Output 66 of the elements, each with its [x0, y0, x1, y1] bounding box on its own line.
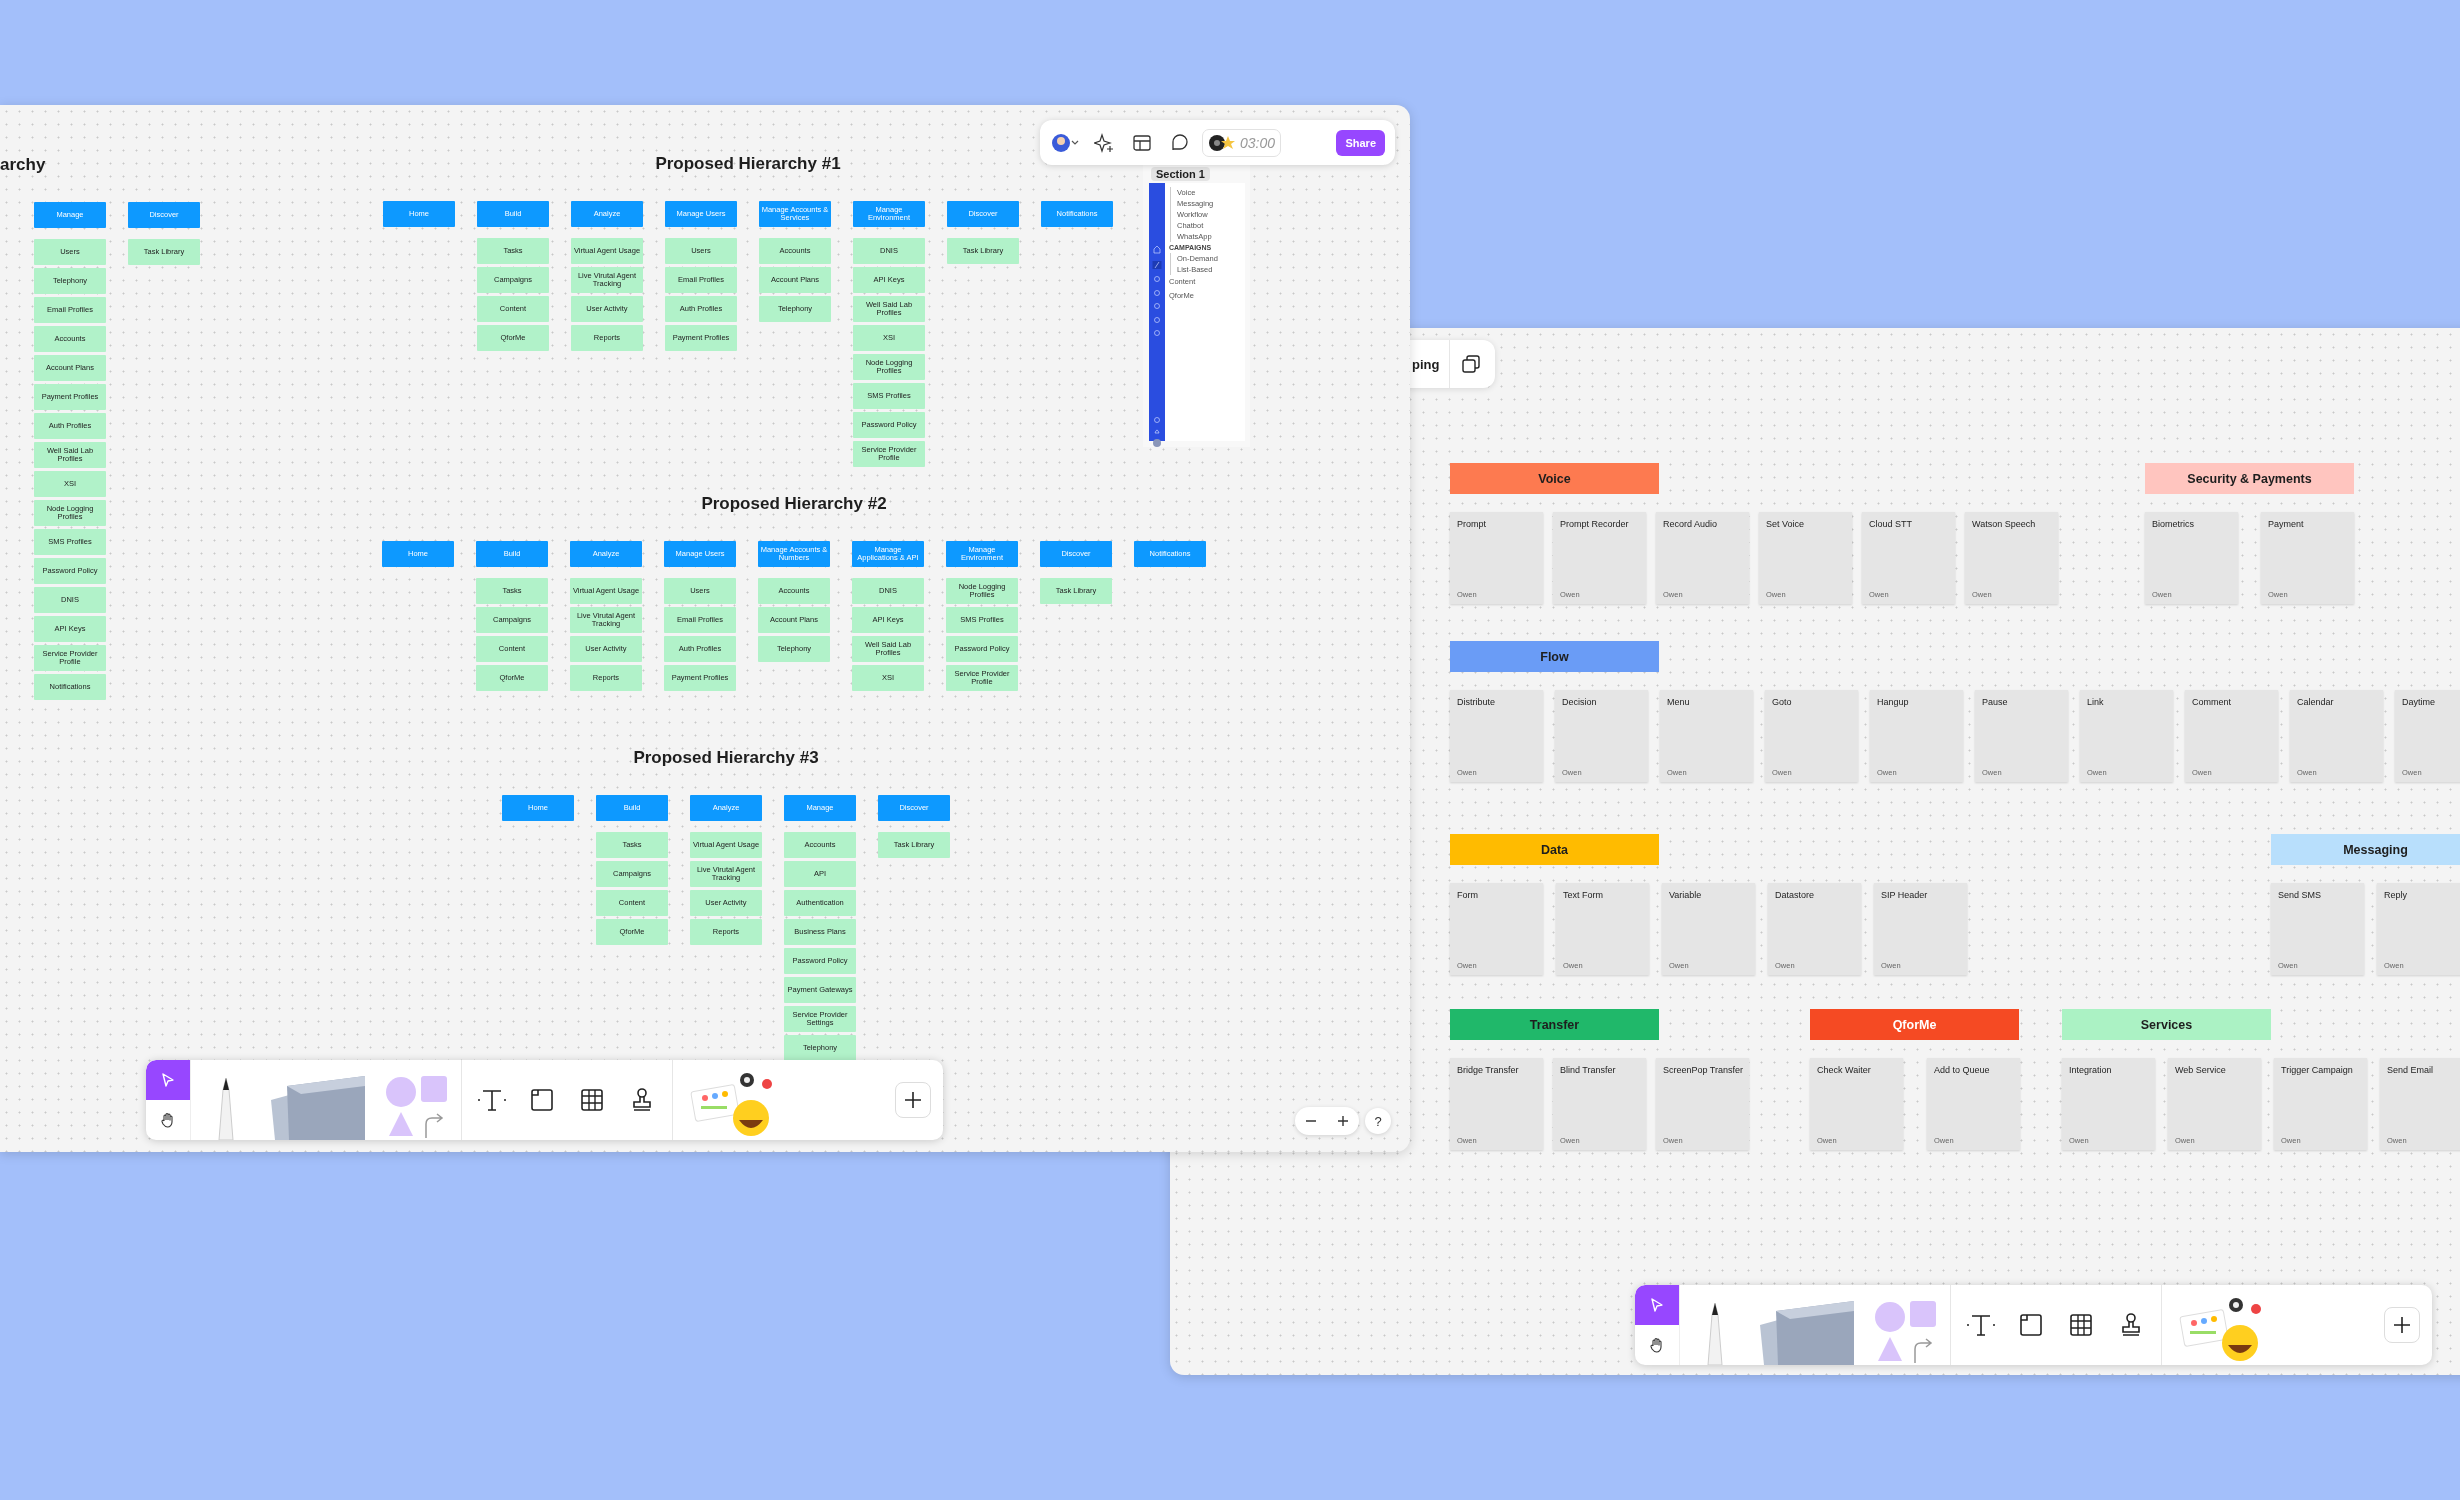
section-label[interactable]: Section 1 — [1151, 167, 1210, 181]
category-header: Flow — [1450, 641, 1659, 672]
note-title: Cloud STT — [1869, 519, 1913, 529]
music-star-icon — [1208, 132, 1236, 153]
board-name[interactable]: ping — [1412, 356, 1440, 372]
note-title: Blind Transfer — [1560, 1065, 1617, 1075]
note-title: Text Form — [1563, 890, 1604, 900]
note-title: Calendar — [2297, 697, 2335, 707]
hierarchy-title: archy — [0, 154, 46, 176]
note-title: Prompt Recorder — [1560, 519, 1630, 529]
note-title: Pause — [1982, 697, 2009, 707]
note-title: Set Voice — [1766, 519, 1806, 529]
hierarchy-title: Proposed Hierarchy #1 — [655, 153, 841, 175]
note-title: Biometrics — [2152, 519, 2195, 529]
layout-icon — [1132, 132, 1152, 153]
plus-icon — [1337, 1115, 1349, 1127]
note-title: Bridge Transfer — [1457, 1065, 1520, 1075]
note-title: Integration — [2069, 1065, 2113, 1075]
note-title: Comment — [2192, 697, 2232, 707]
note-title: Trigger Campaign — [2281, 1065, 2354, 1075]
category-header: Services — [2062, 1009, 2271, 1040]
note-title: Datastore — [1775, 890, 1816, 900]
category-header: Security & Payments — [2145, 463, 2354, 494]
note-title: Daytime — [2402, 697, 2436, 707]
plus-icon — [2392, 1315, 2412, 1335]
add-button[interactable] — [895, 1082, 931, 1118]
cursor-icon — [160, 1072, 176, 1088]
comment-icon — [1170, 132, 1190, 153]
note-title: ScreenPop Transfer — [1663, 1065, 1742, 1075]
help-button[interactable]: ? — [1365, 1108, 1391, 1134]
category-header: Voice — [1450, 463, 1659, 494]
avatar-icon — [1051, 132, 1081, 153]
note-title: Distribute — [1457, 697, 1496, 707]
note-title: Reply — [2384, 890, 2408, 900]
note-title: Send SMS — [2278, 890, 2323, 900]
note-title: Variable — [1669, 890, 1703, 900]
share-button[interactable]: Share — [1336, 129, 1385, 156]
note-title: Check Waiter — [1817, 1065, 1872, 1075]
note-title: Hangup — [1877, 697, 1910, 707]
note-title: Link — [2087, 697, 2105, 707]
note-title: Record Audio — [1663, 519, 1719, 529]
note-title: Send Email — [2387, 1065, 2435, 1075]
plus-icon — [903, 1090, 923, 1110]
copy-icon[interactable] — [1460, 353, 1483, 375]
category-header: Data — [1450, 834, 1659, 865]
note-title: SIP Header — [1881, 890, 1929, 900]
hierarchy-title: Proposed Hierarchy #3 — [633, 747, 819, 769]
note-title: Menu — [1667, 697, 1691, 707]
note-title: Add to Queue — [1934, 1065, 1991, 1075]
hierarchy-title: Proposed Hierarchy #2 — [701, 493, 887, 515]
note-title: Watson Speech — [1972, 519, 2037, 529]
select-button[interactable] — [146, 1060, 190, 1100]
note-title: Decision — [1562, 697, 1598, 707]
note-title: Goto — [1772, 697, 1793, 707]
select-button[interactable] — [1635, 1285, 1679, 1325]
category-header: QforMe — [1810, 1009, 2019, 1040]
category-header: Transfer — [1450, 1009, 1659, 1040]
category-header: Messaging — [2271, 834, 2460, 865]
sparkle-icon — [1094, 132, 1114, 153]
note-title: Web Service — [2175, 1065, 2227, 1075]
note-title: Form — [1457, 890, 1479, 900]
cursor-icon — [1649, 1297, 1665, 1313]
note-title: Prompt — [1457, 519, 1487, 529]
note-title: Payment — [2268, 519, 2305, 529]
timer-text: 03:00 — [1240, 134, 1276, 151]
add-button[interactable] — [2384, 1307, 2420, 1343]
